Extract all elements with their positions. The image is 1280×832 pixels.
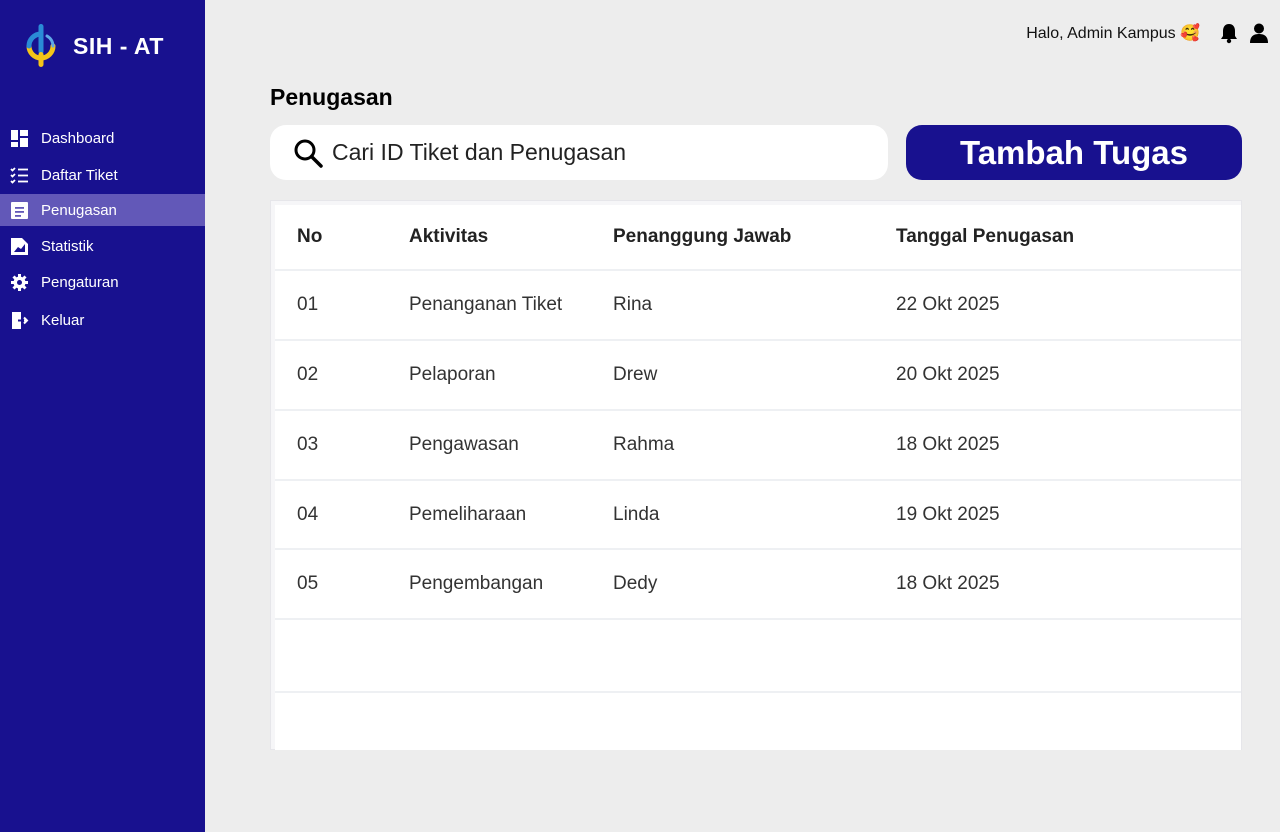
sidebar-item-daftar-tiket[interactable]: Daftar Tiket [0,159,205,191]
cell-no: 05 [297,573,319,594]
sidebar-item-label: Daftar Tiket [41,166,118,184]
bell-icon[interactable] [1218,22,1240,44]
cell-tanggal: 19 Okt 2025 [896,503,1000,525]
cell-aktivitas: Pengawasan [409,434,519,455]
cell-penanggung-jawab: Dedy [613,573,658,594]
top-bar: Halo, Admin Kampus 🥰 [1026,20,1270,46]
search-icon [294,139,323,168]
table-row[interactable]: 02 Pelaporan Drew 20 Okt 2025 [275,341,1241,411]
cell-penanggung-jawab: Rina [613,294,653,315]
sidebar-item-pengaturan[interactable]: Pengaturan [0,266,205,298]
assignment-icon [10,201,29,220]
sidebar-item-dashboard[interactable]: Dashboard [0,122,205,154]
table-header-row: No Aktivitas Penanggung Jawab Tanggal Pe… [275,205,1241,271]
cell-aktivitas: Pengembangan [409,573,544,594]
cell-tanggal: 18 Okt 2025 [896,434,1000,455]
brand[interactable]: SIH - AT [20,24,164,68]
sidebar-item-keluar[interactable]: Keluar [0,304,205,336]
sidebar: SIH - AT Dashboard Daftar Tiket Penugasa… [0,0,205,832]
table-row-empty [275,693,1241,750]
add-task-button[interactable]: Tambah Tugas [906,125,1242,180]
sidebar-item-label: Dashboard [41,129,115,147]
cell-tanggal: 22 Okt 2025 [896,294,1000,315]
cell-penanggung-jawab: Drew [613,364,658,385]
sidebar-item-label: Statistik [41,237,94,255]
table-row[interactable]: 01 Penanganan Tiket Rina 22 Okt 2025 [275,271,1241,341]
column-header-aktivitas[interactable]: Aktivitas [409,226,488,248]
greeting-text: Halo, Admin Kampus 🥰 [1026,25,1200,42]
search-bar [270,125,888,180]
cell-no: 02 [297,364,319,385]
cell-aktivitas: Pelaporan [409,364,496,385]
table-row[interactable]: 03 Pengawasan Rahma 18 Okt 2025 [275,411,1241,481]
logout-icon [10,311,29,330]
brand-name: SIH - AT [73,32,164,59]
column-header-no[interactable]: No [297,226,322,248]
cell-no: 01 [297,294,319,315]
sidebar-item-label: Pengaturan [41,273,119,291]
sidebar-item-penugasan[interactable]: Penugasan [0,194,205,226]
cell-aktivitas: Penanganan Tiket [409,294,563,315]
brand-logo-icon [26,24,56,67]
cell-tanggal: 20 Okt 2025 [896,364,1000,385]
column-header-penanggung-jawab[interactable]: Penanggung Jawab [613,226,791,248]
chart-icon [10,237,29,256]
cell-aktivitas: Pemeliharaan [409,503,527,525]
cell-no: 04 [297,503,319,525]
sidebar-item-label: Keluar [41,311,85,329]
cell-no: 03 [297,434,319,455]
table-row[interactable]: 05 Pengembangan Dedy 18 Okt 2025 [275,550,1241,620]
table-row[interactable]: 04 Pemeliharaan Linda 19 Okt 2025 [275,481,1241,550]
checklist-icon [10,166,29,185]
cell-penanggung-jawab: Linda [613,503,660,525]
search-input[interactable] [332,139,872,166]
dashboard-icon [10,129,29,148]
cell-penanggung-jawab: Rahma [613,434,675,455]
sidebar-item-statistik[interactable]: Statistik [0,230,205,262]
table-row-empty [275,620,1241,693]
gear-icon [10,273,29,292]
sidebar-item-label: Penugasan [41,201,117,219]
user-icon[interactable] [1248,22,1270,44]
cell-tanggal: 18 Okt 2025 [896,573,1000,594]
page-title: Penugasan [270,84,393,110]
assignment-table: No Aktivitas Penanggung Jawab Tanggal Pe… [270,200,1242,750]
column-header-tanggal[interactable]: Tanggal Penugasan [896,226,1074,248]
